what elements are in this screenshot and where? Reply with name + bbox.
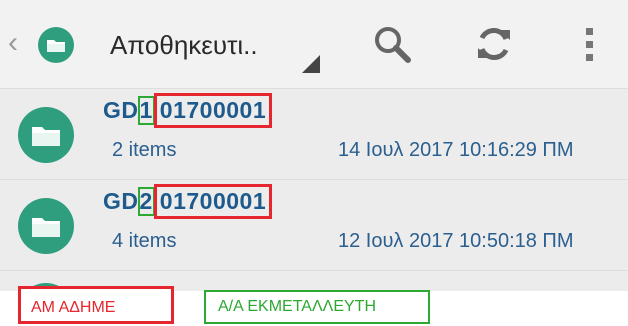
- legend-operator-label: Α/Α ΕΚΜΕΤΑΛΛΕΥΤΗ: [204, 290, 430, 324]
- back-chevron-icon[interactable]: ‹: [8, 28, 18, 58]
- folder-icon: [18, 107, 74, 163]
- storage-dropdown-title[interactable]: Αποθηκευτι..: [110, 28, 258, 62]
- title-prefix: GD: [103, 188, 139, 214]
- item-date: 12 Ιουλ 2017 10:50:18 ΠΜ: [338, 230, 574, 252]
- item-title: GD1 01700001: [103, 93, 273, 128]
- title-prefix: GD: [103, 97, 139, 123]
- search-icon[interactable]: [370, 22, 414, 66]
- legend-am-label: ΑΜ ΑΔΗΜΕ: [18, 286, 174, 324]
- item-count: 4 items: [112, 230, 177, 252]
- folder-list: GD1 01700001 2 items 14 Ιουλ 2017 10:16:2…: [0, 88, 628, 291]
- dropdown-indicator-icon[interactable]: [302, 55, 320, 73]
- item-count: 2 items: [112, 139, 177, 161]
- list-item[interactable]: GD2 01700001 4 items 12 Ιουλ 2017 10:50:1…: [0, 179, 628, 270]
- refresh-icon[interactable]: [472, 22, 516, 66]
- operator-number-highlight: 1: [137, 96, 155, 125]
- am-number-highlight: 01700001: [153, 93, 273, 128]
- operator-number-highlight: 2: [137, 187, 155, 216]
- folder-icon: [18, 198, 74, 254]
- item-date: 14 Ιουλ 2017 10:16:29 ΠΜ: [338, 139, 574, 161]
- am-number-highlight: 01700001: [153, 184, 273, 219]
- list-item[interactable]: GD1 01700001 2 items 14 Ιουλ 2017 10:16:2…: [0, 88, 628, 179]
- more-vert-icon[interactable]: [568, 22, 612, 66]
- item-title: GD2 01700001: [103, 184, 273, 219]
- folder-icon[interactable]: [38, 27, 74, 63]
- app-toolbar: ‹ Αποθηκευτι..: [0, 0, 628, 88]
